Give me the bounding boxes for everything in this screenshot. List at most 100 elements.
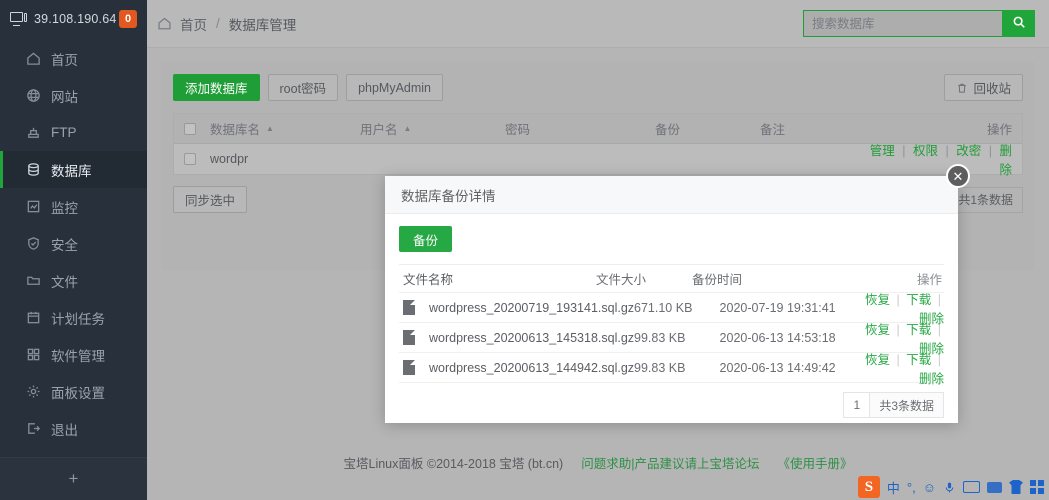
sidebar-item-cron[interactable]: 计划任务 [0,299,147,336]
bt-panel-app: 39.108.190.64 0 首页 网站 FTP 数据库 监控 安全 文件 计… [0,0,1049,500]
sidebar-item-settings[interactable]: 面板设置 [0,373,147,410]
file-icon [403,360,415,375]
breadcrumb: 首页 / 数据库管理 [157,14,296,34]
add-database-button[interactable]: 添加数据库 [173,74,260,101]
action-separator: | [896,352,900,367]
close-icon[interactable]: ✕ [946,164,970,188]
action-separator: | [896,322,900,337]
sidebar-server-header[interactable]: 39.108.190.64 0 [0,0,147,38]
search-box [803,10,1035,37]
emoji-icon[interactable]: ☺ [923,480,936,495]
file-action-download[interactable]: 下载 [906,353,931,367]
sidebar-item-security[interactable]: 安全 [0,225,147,262]
trash-icon [956,82,968,94]
sync-selected-button[interactable]: 同步选中 [173,186,248,213]
modal-body: 备份 文件名称 文件大小 备份时间 操作 wordpress_20200719_… [385,214,958,418]
cell-file-size: 99.83 KB [634,360,686,375]
action-separator: | [937,292,942,307]
ime-mode-toggle[interactable]: 中 [887,478,900,497]
modal-title-bar: 数据库备份详情 [385,176,958,214]
sidebar-item-database[interactable]: 数据库 [0,151,147,188]
sidebar-add-button[interactable]: + [0,457,147,500]
sidebar-item-label: 网站 [51,89,78,105]
sort-asc-icon[interactable]: ▲ [404,124,412,133]
cell-file-name: wordpress_20200613_145318.sql.gz [399,330,634,345]
calendar-icon [25,310,41,326]
page-number-1[interactable]: 1 [844,393,871,417]
file-action-delete[interactable]: 删除 [919,372,944,386]
cell-file-size: 99.83 KB [634,330,686,345]
footer-manual-link[interactable]: 《使用手册》 [777,453,852,472]
file-action-download[interactable]: 下载 [906,323,931,337]
sidebar-item-ftp[interactable]: FTP [0,114,147,151]
column-header-action: 操作 [986,123,1012,137]
cell-actions: 恢复 | 下载 | 删除 [862,349,944,387]
row-action-change-password[interactable]: 改密 [956,144,981,158]
column-header-db-name[interactable]: 数据库名 ▲ [210,119,360,138]
microphone-icon[interactable] [943,481,956,494]
action-separator: | [937,322,942,337]
logout-icon [25,421,41,437]
cell-actions: 管理 | 权限 | 改密 | 删除 [862,140,1012,178]
root-password-button[interactable]: root密码 [267,74,339,101]
breadcrumb-current: 数据库管理 [228,17,297,33]
sidebar-item-label: 面板设置 [51,385,105,401]
column-label: 用户名 [360,123,398,137]
row-action-permission[interactable]: 权限 [913,144,938,158]
apps-grid-icon [25,347,41,363]
sidebar-item-label: 数据库 [51,163,92,179]
home-icon [25,51,41,67]
file-icon [403,330,415,345]
breadcrumb-home-link[interactable]: 首页 [180,14,207,34]
recycle-bin-label: 回收站 [973,82,1011,96]
file-name-label: wordpress_20200719_193141.sql.gz [429,300,635,315]
toolbox-icon[interactable] [987,481,1002,493]
file-action-restore[interactable]: 恢复 [865,353,890,367]
keyboard-icon[interactable] [963,481,980,493]
file-name-label: wordpress_20200613_144942.sql.gz [429,360,635,375]
sidebar-item-label: 安全 [51,237,78,253]
column-header-user-name[interactable]: 用户名 ▲ [360,119,505,138]
ime-apps-icon[interactable] [1030,480,1044,494]
search-input[interactable] [804,11,1002,36]
skin-icon[interactable] [1009,480,1023,494]
file-action-restore[interactable]: 恢复 [865,293,890,307]
sidebar-item-logout[interactable]: 退出 [0,410,147,447]
file-action-restore[interactable]: 恢复 [865,323,890,337]
action-separator: | [902,144,906,158]
file-action-download[interactable]: 下载 [906,293,931,307]
footer-forum-link[interactable]: 问题求助|产品建议请上宝塔论坛 [581,453,759,472]
sidebar-item-files[interactable]: 文件 [0,262,147,299]
cell-file-name: wordpress_20200719_193141.sql.gz [399,300,634,315]
sidebar-item-website[interactable]: 网站 [0,77,147,114]
sidebar-item-label: FTP [51,125,77,140]
sidebar-item-label: 文件 [51,274,78,290]
sidebar-item-home[interactable]: 首页 [0,40,147,77]
row-action-delete[interactable]: 删除 [999,144,1012,177]
toolbar: 添加数据库 root密码 phpMyAdmin 回收站 [173,74,1023,101]
phpmyadmin-button[interactable]: phpMyAdmin [346,74,444,101]
database-table: 数据库名 ▲ 用户名 ▲ 密码 备份 备注 操作 wordpr 管理 | 权限 … [173,113,1023,178]
database-icon [25,162,41,178]
search-button[interactable] [1002,10,1035,37]
select-all-checkbox[interactable] [184,122,196,135]
row-action-manage[interactable]: 管理 [870,144,895,158]
modal-footer: 1 共3条数据 [399,392,944,418]
page-footer: 宝塔Linux面板 ©2014-2018 宝塔 (bt.cn) 问题求助|产品建… [147,447,1049,477]
ime-punctuation-toggle[interactable]: °, [907,480,916,495]
sidebar-item-monitor[interactable]: 监控 [0,188,147,225]
sort-asc-icon[interactable]: ▲ [266,124,274,133]
column-header-password: 密码 [505,123,531,137]
backup-now-button[interactable]: 备份 [399,226,453,252]
total-records-label: 共1条数据 [949,187,1022,212]
file-icon [403,300,415,315]
row-checkbox[interactable] [184,153,196,165]
sogou-logo-icon[interactable]: S [857,476,880,498]
sidebar-item-software[interactable]: 软件管理 [0,336,147,373]
shield-icon [25,236,41,252]
ftp-icon [25,125,41,141]
recycle-bin-button[interactable]: 回收站 [944,74,1023,101]
main-area: 首页 / 数据库管理 添加数据库 root密码 [147,0,1049,500]
search-area [803,10,1035,37]
notification-badge[interactable]: 0 [119,10,137,28]
